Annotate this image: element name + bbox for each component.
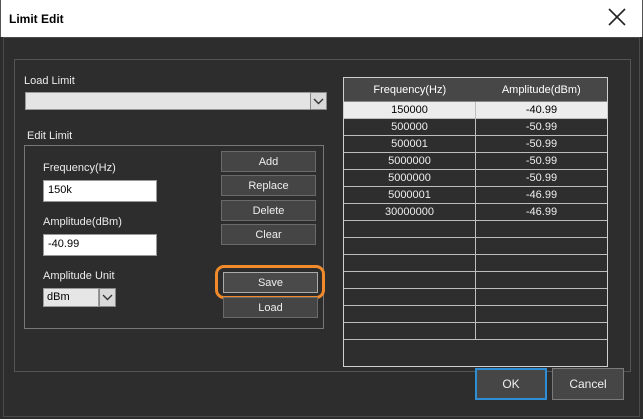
delete-button[interactable]: Delete bbox=[221, 200, 316, 221]
cell-amplitude[interactable] bbox=[476, 238, 607, 254]
table-row[interactable] bbox=[344, 221, 607, 238]
cell-frequency[interactable]: 30000000 bbox=[344, 204, 476, 220]
table-row[interactable]: 500000 -50.99 bbox=[344, 119, 607, 136]
frequency-input[interactable]: 150k bbox=[43, 180, 157, 202]
cell-amplitude[interactable] bbox=[476, 221, 607, 237]
cell-frequency[interactable] bbox=[344, 323, 476, 339]
load-limit-label: Load Limit bbox=[24, 75, 75, 87]
cell-amplitude[interactable]: -50.99 bbox=[476, 153, 607, 169]
load-limit-dropdown-button[interactable] bbox=[310, 92, 327, 110]
table-row[interactable]: 500001 -50.99 bbox=[344, 136, 607, 153]
replace-button[interactable]: Replace bbox=[221, 175, 316, 196]
window-title: Limit Edit bbox=[9, 12, 64, 26]
table-row[interactable] bbox=[344, 323, 607, 340]
limit-table: Frequency(Hz) Amplitude(dBm) 150000 -40.9… bbox=[343, 77, 608, 367]
amplitude-unit-dropdown-button[interactable] bbox=[99, 288, 116, 307]
cell-amplitude[interactable]: -50.99 bbox=[476, 136, 607, 152]
cell-frequency[interactable] bbox=[344, 306, 476, 322]
cell-amplitude[interactable] bbox=[476, 272, 607, 288]
clear-button[interactable]: Clear bbox=[221, 224, 316, 245]
amplitude-unit-select[interactable]: dBm bbox=[43, 288, 99, 307]
amplitude-input[interactable]: -40.99 bbox=[43, 234, 157, 256]
cell-frequency[interactable] bbox=[344, 289, 476, 305]
load-limit-dropdown[interactable] bbox=[25, 92, 327, 110]
dialog-body: Load Limit Edit Limit Frequency(Hz) 150k… bbox=[3, 37, 640, 417]
ok-button[interactable]: OK bbox=[475, 368, 547, 400]
table-row[interactable]: 30000000 -46.99 bbox=[344, 204, 607, 221]
cell-amplitude[interactable] bbox=[476, 306, 607, 322]
table-row[interactable] bbox=[344, 306, 607, 323]
cell-frequency[interactable] bbox=[344, 272, 476, 288]
main-panel: Load Limit Edit Limit Frequency(Hz) 150k… bbox=[14, 59, 631, 372]
add-button[interactable]: Add bbox=[221, 151, 316, 172]
chevron-down-icon bbox=[102, 294, 113, 301]
cell-amplitude[interactable]: -46.99 bbox=[476, 204, 607, 220]
load-button[interactable]: Load bbox=[223, 297, 318, 318]
cell-amplitude[interactable]: -50.99 bbox=[476, 170, 607, 186]
close-icon bbox=[608, 8, 626, 26]
cell-frequency[interactable]: 500000 bbox=[344, 119, 476, 135]
cell-frequency[interactable] bbox=[344, 255, 476, 271]
cell-amplitude[interactable] bbox=[476, 323, 607, 339]
cancel-button[interactable]: Cancel bbox=[552, 368, 624, 400]
table-row[interactable] bbox=[344, 272, 607, 289]
cell-amplitude[interactable]: -50.99 bbox=[476, 119, 607, 135]
column-header-frequency: Frequency(Hz) bbox=[373, 83, 447, 96]
table-row[interactable]: 150000 -40.99 bbox=[344, 102, 607, 119]
frequency-label: Frequency(Hz) bbox=[43, 162, 116, 174]
cell-frequency[interactable]: 150000 bbox=[344, 102, 476, 118]
cell-amplitude[interactable]: -46.99 bbox=[476, 187, 607, 203]
table-row[interactable]: 5000000 -50.99 bbox=[344, 170, 607, 187]
cell-frequency[interactable]: 5000001 bbox=[344, 187, 476, 203]
edit-limit-label: Edit Limit bbox=[27, 130, 73, 142]
chevron-down-icon bbox=[313, 98, 324, 104]
table-row[interactable]: 5000000 -50.99 bbox=[344, 153, 607, 170]
column-header-amplitude: Amplitude(dBm) bbox=[501, 83, 581, 96]
table-row[interactable] bbox=[344, 238, 607, 255]
table-row[interactable] bbox=[344, 255, 607, 272]
amplitude-unit-label: Amplitude Unit bbox=[43, 270, 115, 282]
cell-frequency[interactable]: 5000000 bbox=[344, 153, 476, 169]
cell-amplitude[interactable] bbox=[476, 289, 607, 305]
table-row[interactable] bbox=[344, 289, 607, 306]
cell-frequency[interactable]: 500001 bbox=[344, 136, 476, 152]
title-bar: Limit Edit bbox=[0, 0, 643, 37]
cell-amplitude[interactable]: -40.99 bbox=[476, 102, 607, 118]
cell-frequency[interactable] bbox=[344, 238, 476, 254]
cell-frequency[interactable]: 5000000 bbox=[344, 170, 476, 186]
cell-frequency[interactable] bbox=[344, 221, 476, 237]
table-header: Frequency(Hz) Amplitude(dBm) bbox=[344, 78, 607, 102]
table-row[interactable]: 5000001 -46.99 bbox=[344, 187, 607, 204]
cell-amplitude[interactable] bbox=[476, 255, 607, 271]
close-button[interactable] bbox=[601, 4, 631, 30]
amplitude-label: Amplitude(dBm) bbox=[43, 216, 122, 228]
save-button[interactable]: Save bbox=[223, 272, 318, 293]
